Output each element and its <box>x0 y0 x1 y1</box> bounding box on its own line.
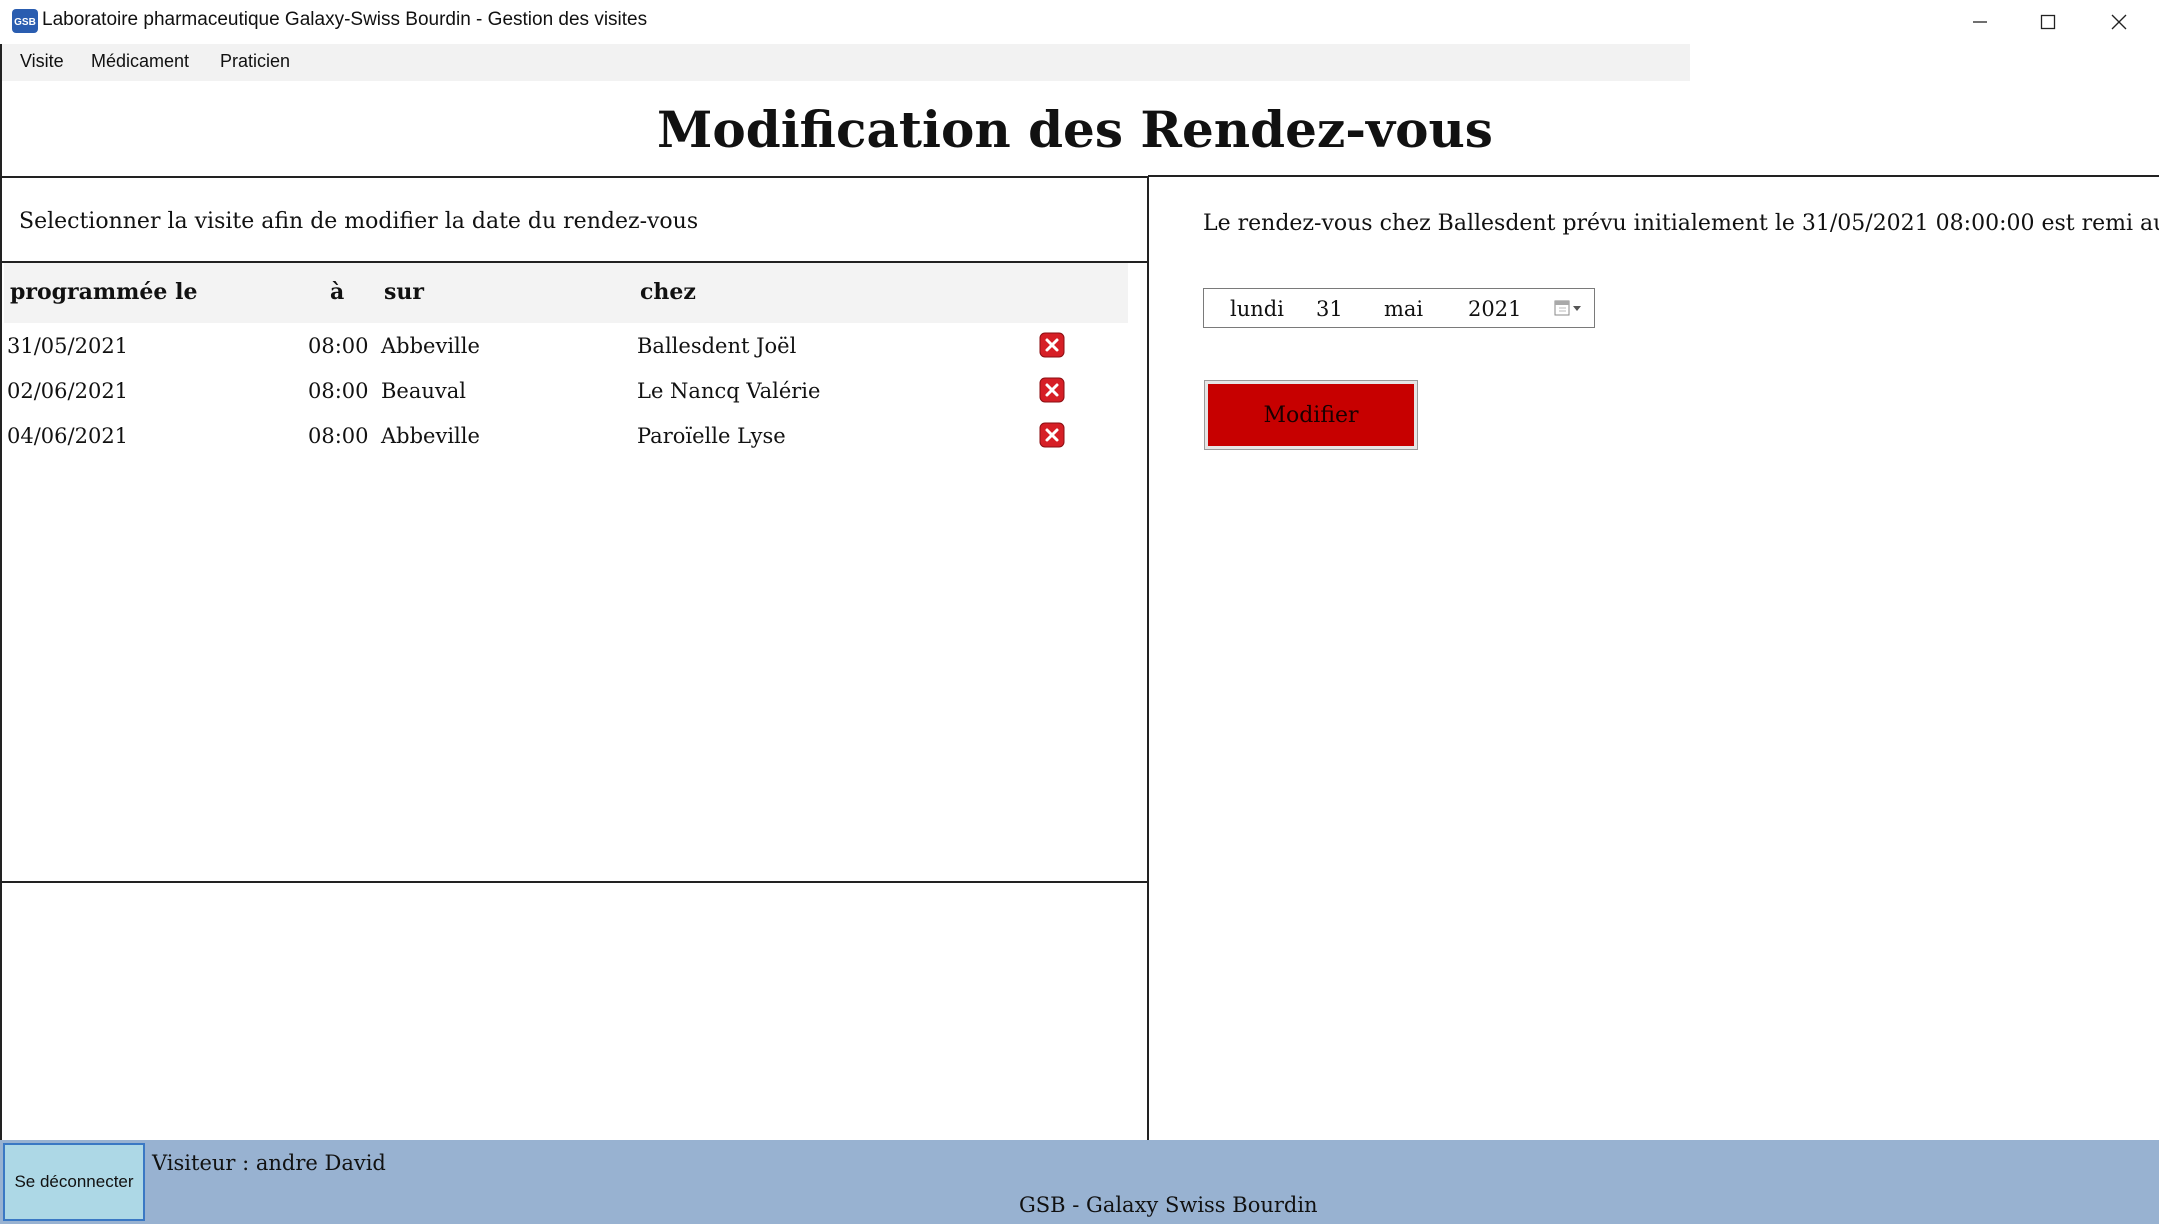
divider <box>0 176 1148 178</box>
logout-button[interactable]: Se déconnecter <box>3 1143 145 1221</box>
column-header-time: à <box>330 279 345 305</box>
date-picker[interactable]: lundi 31 mai 2021 <box>1203 288 1595 328</box>
minimize-button[interactable] <box>1946 0 2014 44</box>
row-3-date[interactable]: 04/06/2021 <box>7 424 128 448</box>
calendar-dropdown-icon[interactable] <box>1553 298 1585 318</box>
divider <box>0 881 1148 883</box>
logo-text: GSB <box>14 17 36 28</box>
gsb-logo-icon: GSB <box>12 9 38 33</box>
delete-x-icon[interactable] <box>1039 377 1065 403</box>
column-header-place: sur <box>384 279 424 305</box>
window-border <box>0 44 2 1140</box>
date-weekday[interactable]: lundi <box>1230 297 1284 321</box>
selection-instruction: Selectionner la visite afin de modifier … <box>19 209 699 234</box>
row-2-date[interactable]: 02/06/2021 <box>7 379 128 403</box>
row-1-place[interactable]: Abbeville <box>381 334 480 358</box>
column-header-date: programmée le <box>10 279 198 305</box>
modify-button[interactable]: Modifier <box>1204 380 1418 450</box>
footer-brand: GSB - Galaxy Swiss Bourdin <box>1019 1193 1318 1217</box>
date-year[interactable]: 2021 <box>1468 297 1521 321</box>
minimize-icon <box>1973 21 1987 23</box>
row-2-time[interactable]: 08:00 <box>308 379 369 403</box>
row-3-time[interactable]: 08:00 <box>308 424 369 448</box>
date-day[interactable]: 31 <box>1316 297 1343 321</box>
row-1-time[interactable]: 08:00 <box>308 334 369 358</box>
row-1-date[interactable]: 31/05/2021 <box>7 334 128 358</box>
delete-x-icon[interactable] <box>1039 332 1065 358</box>
menu-bar: Visite Médicament Praticien <box>0 44 1690 81</box>
menu-medicament[interactable]: Médicament <box>91 51 189 72</box>
close-button[interactable] <box>2085 0 2153 44</box>
row-2-place[interactable]: Beauval <box>381 379 466 403</box>
window-title: Laboratoire pharmaceutique Galaxy-Swiss … <box>42 9 648 30</box>
menu-praticien[interactable]: Praticien <box>220 51 290 72</box>
row-2-practitioner[interactable]: Le Nancq Valérie <box>637 379 820 403</box>
maximize-icon <box>2040 14 2056 30</box>
divider <box>1148 175 2159 177</box>
panel-divider <box>1147 176 1149 1140</box>
row-3-practitioner[interactable]: Paroïelle Lyse <box>637 424 786 448</box>
delete-x-icon[interactable] <box>1039 422 1065 448</box>
maximize-button[interactable] <box>2014 0 2082 44</box>
visitor-label: Visiteur : andre David <box>152 1151 386 1175</box>
title-bar: GSB Laboratoire pharmaceutique Galaxy-Sw… <box>0 0 2159 44</box>
modify-button-label: Modifier <box>1208 384 1414 446</box>
column-header-practitioner: chez <box>640 279 696 305</box>
close-icon <box>2111 14 2127 30</box>
row-3-place[interactable]: Abbeville <box>381 424 480 448</box>
reschedule-notice: Le rendez-vous chez Ballesdent prévu ini… <box>1203 211 2159 236</box>
row-1-practitioner[interactable]: Ballesdent Joël <box>637 334 796 358</box>
page-title: Modification des Rendez-vous <box>657 100 1493 159</box>
date-month[interactable]: mai <box>1384 297 1423 321</box>
menu-visite[interactable]: Visite <box>20 51 64 72</box>
